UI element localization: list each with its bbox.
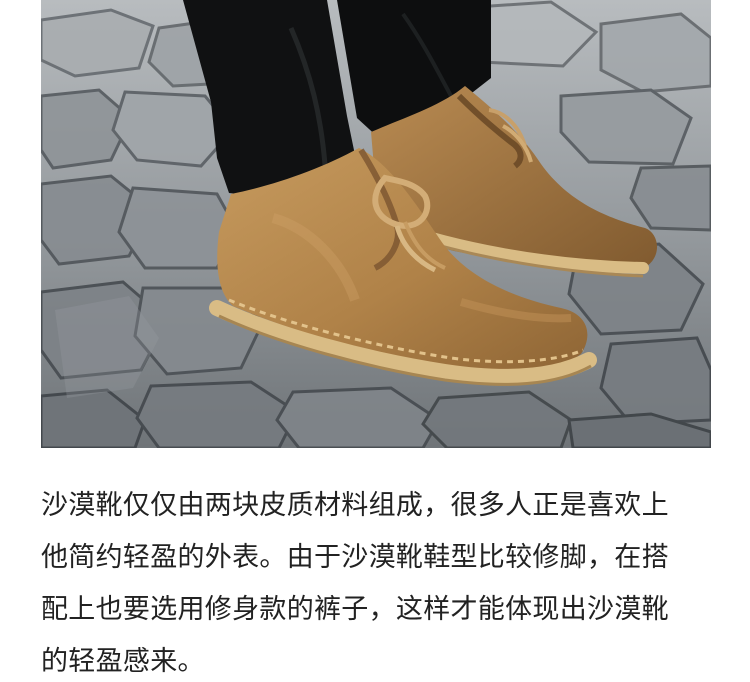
caption-line-3: 配上也要选用修身款的裤子，这样才能体现出沙漠靴 — [41, 594, 669, 625]
caption-text: 沙漠靴仅仅由两块皮质材料组成，很多人正是喜欢上 他简约轻盈的外表。由于沙漠靴鞋型… — [41, 480, 711, 682]
caption-line-1: 沙漠靴仅仅由两块皮质材料组成，很多人正是喜欢上 — [41, 490, 669, 521]
caption-line-2: 他简约轻盈的外表。由于沙漠靴鞋型比较修脚，在搭 — [41, 542, 669, 573]
desert-boots-photo — [41, 0, 711, 448]
article-page: 沙漠靴仅仅由两块皮质材料组成，很多人正是喜欢上 他简约轻盈的外表。由于沙漠靴鞋型… — [0, 0, 750, 682]
desert-boots-illustration — [41, 0, 711, 448]
caption-line-4: 的轻盈感来。 — [41, 646, 205, 677]
